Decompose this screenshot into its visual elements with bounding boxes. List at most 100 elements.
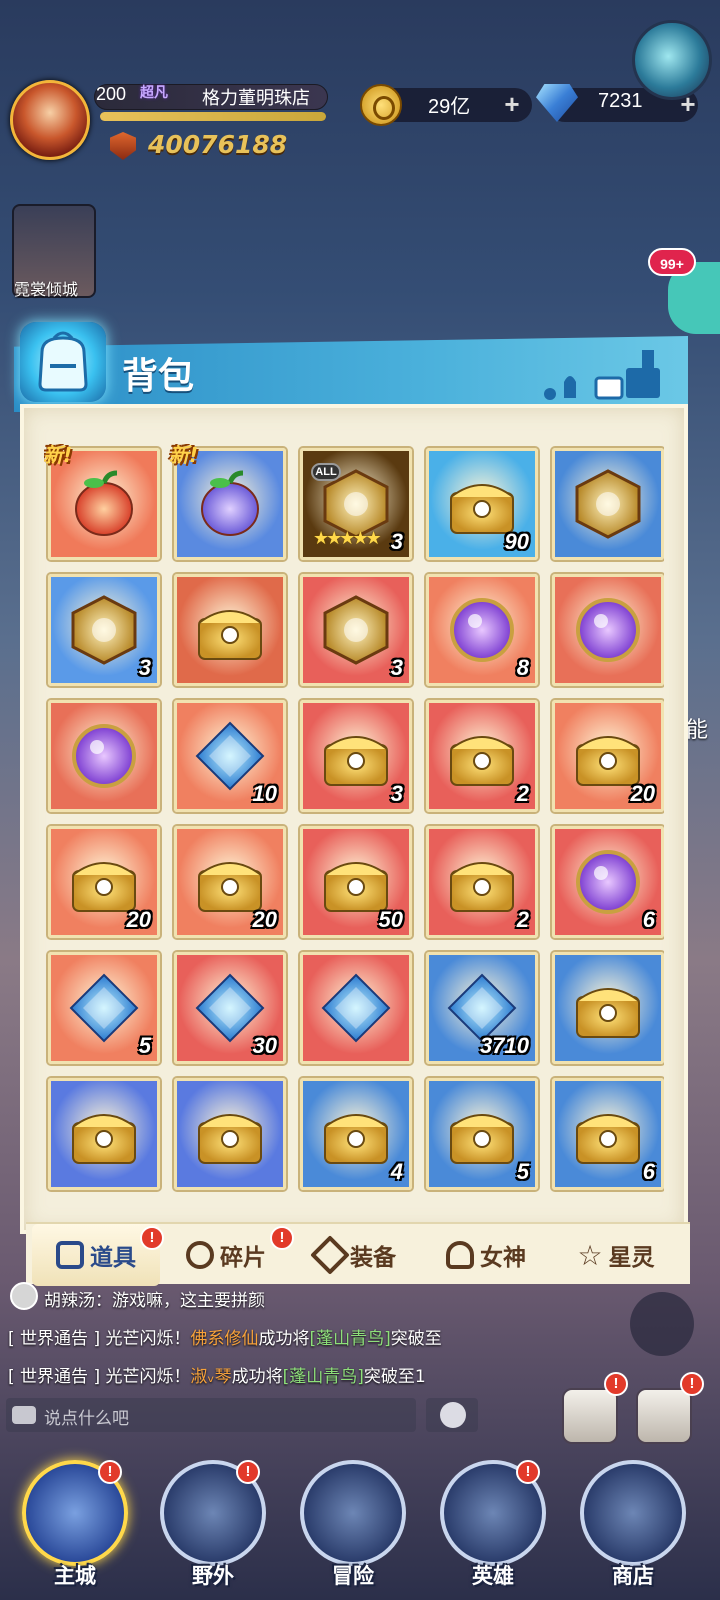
- inventory-slot[interactable]: [552, 574, 664, 686]
- coin-amount: 29亿: [428, 96, 471, 118]
- tab-star-spirit[interactable]: ☆ 星灵: [552, 1224, 680, 1286]
- friends-icon[interactable]: [630, 1292, 694, 1356]
- pet-avatar[interactable]: [632, 20, 712, 100]
- inventory-slot[interactable]: 50: [300, 826, 412, 938]
- alert-badge: !: [604, 1372, 628, 1396]
- nav-label: 主城: [54, 1564, 96, 1588]
- purple-star-icon: [321, 973, 391, 1043]
- inventory-slot[interactable]: ALL ★★★★★ 3: [300, 448, 412, 560]
- inventory-slot[interactable]: 2: [426, 700, 538, 812]
- purple-gem-box-icon: [69, 1099, 139, 1169]
- dark-crystal-rock-icon: [69, 973, 139, 1043]
- nav-adventure[interactable]: 冒险: [294, 1460, 412, 1590]
- nav-label: 英雄: [472, 1564, 514, 1588]
- item-count: 6: [642, 1159, 655, 1184]
- nav-main-city[interactable]: ! 主城: [16, 1460, 134, 1590]
- notice-hero[interactable]: [蓬山青鸟]: [309, 1329, 390, 1349]
- nav-label: 冒险: [332, 1564, 374, 1588]
- combat-power: 40076188: [148, 130, 288, 159]
- inventory-slot[interactable]: 5: [426, 1078, 538, 1190]
- inventory-slot[interactable]: 8: [426, 574, 538, 686]
- tab-fragments[interactable]: 碎片 !: [162, 1224, 294, 1286]
- inventory-slot[interactable]: 3: [300, 574, 412, 686]
- inventory-slot[interactable]: 10: [174, 700, 286, 812]
- notice-player[interactable]: 淑ᵥ琴: [190, 1367, 231, 1387]
- backpack-shortcut-icon[interactable]: [636, 1388, 692, 1444]
- inventory-slot[interactable]: [300, 952, 412, 1064]
- item-count: 4: [390, 1159, 403, 1184]
- coin-icon: [360, 84, 402, 126]
- inventory-slot[interactable]: 3: [48, 574, 160, 686]
- inventory-slot[interactable]: 4: [300, 1078, 412, 1190]
- goddess-tab-icon: [446, 1241, 474, 1269]
- notice-text: 成功将: [258, 1329, 310, 1349]
- flame-orb-emblem-icon: [69, 595, 139, 665]
- tab-items[interactable]: 道具 !: [32, 1224, 164, 1286]
- red-pepper-fruit-icon: [69, 469, 139, 539]
- swirl-sphere-statue-icon: [447, 595, 517, 665]
- nav-shop[interactable]: 商店: [574, 1460, 692, 1590]
- sword-icon: [300, 1460, 406, 1566]
- tab-label: 装备: [350, 1245, 396, 1271]
- inventory-slot[interactable]: 90: [426, 448, 538, 560]
- inventory-slot[interactable]: [174, 1078, 286, 1190]
- category-tabs: 道具 ! 碎片 ! 装备 女神 ☆ 星灵: [26, 1222, 690, 1286]
- tab-goddess[interactable]: 女神: [422, 1224, 550, 1286]
- notice-text: 成功将: [231, 1367, 283, 1387]
- tab-label: 道具: [90, 1245, 136, 1271]
- item-count: 2: [516, 907, 529, 932]
- tab-equipment[interactable]: 装备: [292, 1224, 420, 1286]
- nav-wild[interactable]: ! 野外: [154, 1460, 272, 1590]
- inventory-slot[interactable]: 6: [552, 1078, 664, 1190]
- notice-hero[interactable]: [蓬山青鸟]: [283, 1367, 364, 1387]
- ranking-podium-icon[interactable]: [562, 1388, 618, 1444]
- inventory-slot[interactable]: 3710: [426, 952, 538, 1064]
- inventory-slot[interactable]: 6: [552, 826, 664, 938]
- purple-crystal-orb-icon: [573, 595, 643, 665]
- inventory-slot[interactable]: 新!: [169, 444, 286, 560]
- red-hexagon-emblem-icon: [321, 595, 391, 665]
- new-tag: 新!: [169, 444, 199, 467]
- inventory-slot[interactable]: [48, 1078, 160, 1190]
- inventory-slot[interactable]: 新!: [44, 444, 160, 560]
- inventory-slot[interactable]: 5: [48, 952, 160, 1064]
- inventory-slot[interactable]: 20: [174, 826, 286, 938]
- inventory-slot[interactable]: 3: [300, 700, 412, 812]
- item-count: 20: [126, 907, 151, 932]
- alert-badge: !: [236, 1460, 260, 1484]
- nav-heroes[interactable]: ! 英雄: [434, 1460, 552, 1590]
- alert-badge: !: [140, 1226, 164, 1250]
- portrait-chest-icon: [195, 595, 265, 665]
- item-count: 6: [642, 907, 655, 932]
- item-count: 2: [516, 781, 529, 806]
- item-count: 3: [138, 655, 151, 680]
- xp-fill: [100, 112, 326, 121]
- gold-blue-chest-icon: [447, 1099, 517, 1169]
- notification-badge: 99+: [648, 248, 696, 276]
- alert-badge: !: [516, 1460, 540, 1484]
- item-count: 10: [252, 781, 277, 806]
- notice-player[interactable]: 佛系修仙: [190, 1329, 258, 1349]
- item-count: 20: [630, 781, 655, 806]
- item-count: 50: [378, 907, 403, 932]
- purple-gold-chest-icon: [573, 973, 643, 1043]
- item-count: 3: [390, 529, 403, 554]
- inventory-slot[interactable]: 30: [174, 952, 286, 1064]
- inventory-slot[interactable]: [552, 952, 664, 1064]
- alert-badge: !: [680, 1372, 704, 1396]
- rune-book-icon: [573, 469, 643, 539]
- inventory-slot[interactable]: 20: [48, 826, 160, 938]
- inventory-slot[interactable]: [48, 700, 160, 812]
- player-avatar[interactable]: [10, 80, 90, 160]
- inventory-slot[interactable]: 2: [426, 826, 538, 938]
- purple-pepper-fruit-icon: [195, 469, 265, 539]
- item-count: 30: [252, 1033, 277, 1058]
- add-coins-button[interactable]: +: [500, 91, 524, 117]
- world-notice: [ 世界通告 ] 光芒闪烁！淑ᵥ琴成功将[蓬山青鸟]突破至1: [8, 1362, 426, 1387]
- notice-prefix: [ 世界通告 ] 光芒闪烁！: [8, 1329, 191, 1349]
- inventory-slot[interactable]: [174, 574, 286, 686]
- item-count: 3: [390, 655, 403, 680]
- gold-blue-chest-icon: [321, 1099, 391, 1169]
- inventory-slot[interactable]: 20: [552, 700, 664, 812]
- inventory-slot[interactable]: [552, 448, 664, 560]
